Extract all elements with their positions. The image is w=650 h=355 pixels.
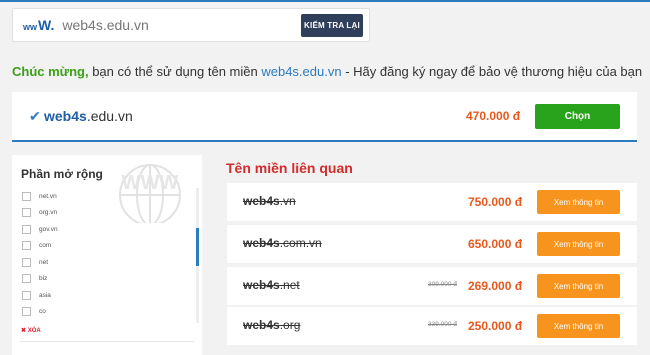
available-domain-row: ✔ web4s.edu.vn 470.000 đ Chọn (12, 92, 637, 142)
related-domain-row: web4s.net 309.000 đ 269.000 đ Xem thông … (227, 267, 637, 305)
related-domain-price: 650.000 đ (468, 237, 523, 251)
available-domain-name: web4s.edu.vn (44, 108, 133, 124)
domain-search-input[interactable] (62, 17, 273, 33)
extension-option[interactable]: com (22, 238, 58, 255)
congrats-domain: web4s.edu.vn (261, 64, 342, 79)
congrats-message: Chúc mừng, bạn có thể sử dụng tên miền w… (12, 64, 642, 79)
available-domain-price: 470.000 đ (466, 109, 521, 123)
extension-checkbox[interactable] (22, 274, 31, 284)
view-info-button[interactable]: Xem thông tin (537, 274, 620, 298)
congrats-lead: Chúc mừng, (12, 64, 89, 79)
related-domains-title: Tên miền liên quan (226, 160, 353, 176)
related-domain-price: 250.000 đ (468, 319, 523, 333)
extension-checkbox[interactable] (22, 208, 31, 218)
congrats-text-1: bạn có thể sử dụng tên miền (88, 64, 262, 79)
view-info-button[interactable]: Xem thông tin (537, 190, 620, 214)
extension-option[interactable]: co (22, 304, 58, 321)
related-domain-row: web4s.vn 750.000 đ Xem thông tin (227, 183, 637, 221)
extension-option[interactable]: biz (22, 271, 58, 288)
extension-scrollbar[interactable] (196, 188, 199, 323)
extension-filter-panel: WWW Phần mở rộng net.vn org.vn gov.vn co… (12, 155, 202, 355)
www-logo: ww W. (23, 17, 55, 33)
domain-search-bar: ww W. KIỂM TRA LẠI (12, 8, 370, 42)
extension-option[interactable]: asia (22, 287, 58, 304)
extension-checkbox[interactable] (22, 257, 31, 267)
related-domain-row: web4s.com.vn 650.000 đ Xem thông tin (227, 225, 637, 263)
top-accent-line (0, 0, 650, 2)
related-domain-name: web4s.org (243, 318, 301, 332)
recheck-button[interactable]: KIỂM TRA LẠI (301, 14, 363, 37)
checkmark-icon: ✔ (29, 108, 41, 124)
extension-option[interactable]: org.vn (22, 205, 58, 222)
choose-button[interactable]: Chọn (535, 104, 620, 129)
extension-checkbox[interactable] (22, 224, 31, 234)
www-globe-icon: WWW (119, 164, 181, 223)
related-domain-name: web4s.net (243, 278, 300, 292)
scrollbar-thumb[interactable] (196, 228, 199, 266)
related-domain-name: web4s.com.vn (243, 236, 322, 250)
view-info-button[interactable]: Xem thông tin (537, 314, 620, 338)
congrats-text-2: - Hãy đăng ký ngay để bảo vệ thương hiệu… (341, 64, 643, 79)
extension-panel-title: Phần mở rộng (21, 167, 103, 181)
extension-checkbox[interactable] (22, 307, 31, 317)
related-domain-old-price: 309.000 đ (428, 281, 457, 288)
extension-checkbox[interactable] (22, 290, 31, 300)
extension-list: net.vn org.vn gov.vn com net biz asia co (22, 188, 58, 320)
related-domain-row: web4s.org 339.000 đ 250.000 đ Xem thông … (227, 307, 637, 345)
related-domain-old-price: 339.000 đ (428, 321, 457, 328)
divider (20, 341, 194, 342)
extension-option[interactable]: net (22, 254, 58, 271)
extension-option[interactable]: gov.vn (22, 221, 58, 238)
extension-option[interactable]: net.vn (22, 188, 58, 205)
svg-text:WWW: WWW (122, 172, 179, 194)
clear-filter-button[interactable]: ✖ XÓA (21, 327, 41, 334)
related-domain-price: 269.000 đ (468, 279, 523, 293)
related-domain-price: 750.000 đ (468, 195, 523, 209)
extension-checkbox[interactable] (22, 241, 31, 251)
related-domain-name: web4s.vn (243, 194, 296, 208)
extension-checkbox[interactable] (22, 191, 31, 201)
view-info-button[interactable]: Xem thông tin (537, 232, 620, 256)
